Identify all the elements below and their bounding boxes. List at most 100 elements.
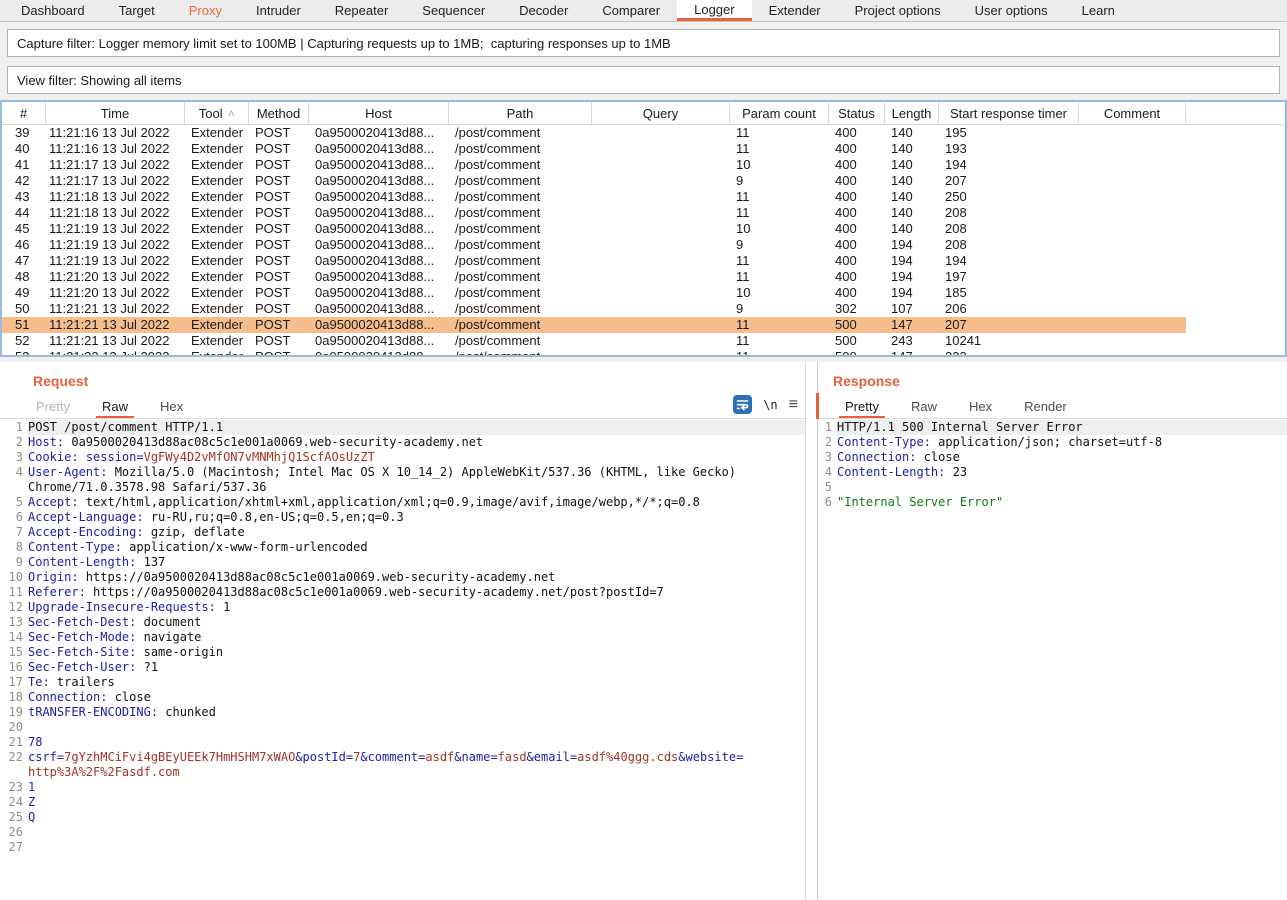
line-number: 2 (0, 435, 28, 450)
column-header-path[interactable]: Path (449, 102, 592, 124)
cell-length: 194 (885, 253, 939, 269)
menu-tab-intruder[interactable]: Intruder (239, 0, 318, 21)
column-header-comment[interactable]: Comment (1079, 102, 1186, 124)
menu-tab-comparer[interactable]: Comparer (585, 0, 677, 21)
log-row-39[interactable]: 3911:21:16 13 Jul 2022ExtenderPOST0a9500… (2, 125, 1186, 141)
cell-method: POST (249, 333, 309, 349)
cell-num: 51 (2, 317, 46, 333)
column-header-time[interactable]: Time (46, 102, 185, 124)
menu-tab-logger[interactable]: Logger (677, 0, 751, 21)
cell-host: 0a9500020413d88... (309, 125, 449, 141)
menu-tab-user-options[interactable]: User options (958, 0, 1065, 21)
line-content: Host: 0a9500020413d88ac08c5c1e001a0069.w… (28, 435, 805, 450)
line-content: Origin: https://0a9500020413d88ac08c5c1e… (28, 570, 805, 585)
editor-line: 15Sec-Fetch-Site: same-origin (0, 645, 805, 660)
column-header-param-count[interactable]: Param count (730, 102, 829, 124)
view-filter-text: View filter: Showing all items (17, 73, 182, 88)
column-header-status[interactable]: Status (829, 102, 885, 124)
menu-tab-decoder[interactable]: Decoder (502, 0, 585, 21)
log-row-48[interactable]: 4811:21:20 13 Jul 2022ExtenderPOST0a9500… (2, 269, 1186, 285)
cell-param_count: 11 (730, 333, 829, 349)
editor-line: 27 (0, 840, 805, 855)
menu-tab-dashboard[interactable]: Dashboard (4, 0, 102, 21)
menu-tab-repeater[interactable]: Repeater (318, 0, 405, 21)
cell-num: 53 (2, 349, 46, 357)
cell-start_response_timer: 185 (939, 285, 1079, 301)
panel-divider[interactable] (817, 362, 818, 900)
log-row-53[interactable]: 5311:21:22 13 Jul 2022ExtenderPOST0a9500… (2, 349, 1186, 357)
cell-method: POST (249, 173, 309, 189)
log-row-40[interactable]: 4011:21:16 13 Jul 2022ExtenderPOST0a9500… (2, 141, 1186, 157)
line-content: Sec-Fetch-Dest: document (28, 615, 805, 630)
line-content: Q (28, 810, 805, 825)
capture-filter-bar[interactable]: Capture filter: Logger memory limit set … (7, 29, 1280, 57)
editor-line: 17Te: trailers (0, 675, 805, 690)
column-header-tool[interactable]: Tool∧ (185, 102, 249, 124)
line-content (837, 480, 1287, 495)
cell-path: /post/comment (449, 349, 592, 357)
log-row-52[interactable]: 5211:21:21 13 Jul 2022ExtenderPOST0a9500… (2, 333, 1186, 349)
response-tab-hex[interactable]: Hex (963, 397, 998, 418)
cell-tool: Extender (185, 349, 249, 357)
editor-menu-icon[interactable]: ≡ (789, 398, 798, 412)
log-row-47[interactable]: 4711:21:19 13 Jul 2022ExtenderPOST0a9500… (2, 253, 1186, 269)
response-tab-render[interactable]: Render (1018, 397, 1073, 418)
editor-line: 1HTTP/1.1 500 Internal Server Error (820, 420, 1287, 435)
cell-path: /post/comment (449, 333, 592, 349)
show-nonprintable-icon[interactable]: \n (763, 398, 777, 412)
column-header-host[interactable]: Host (309, 102, 449, 124)
column-header-length[interactable]: Length (885, 102, 939, 124)
request-editor[interactable]: 1POST /post/comment HTTP/1.12Host: 0a950… (0, 420, 805, 900)
log-row-50[interactable]: 5011:21:21 13 Jul 2022ExtenderPOST0a9500… (2, 301, 1186, 317)
line-content: Connection: close (28, 690, 805, 705)
log-row-44[interactable]: 4411:21:18 13 Jul 2022ExtenderPOST0a9500… (2, 205, 1186, 221)
request-tab-hex[interactable]: Hex (154, 397, 189, 418)
log-row-46[interactable]: 4611:21:19 13 Jul 2022ExtenderPOST0a9500… (2, 237, 1186, 253)
request-tab-raw[interactable]: Raw (96, 397, 134, 418)
column-header--[interactable]: # (2, 102, 46, 124)
menu-tab-sequencer[interactable]: Sequencer (405, 0, 502, 21)
line-number: 3 (0, 450, 28, 465)
menu-tab-project-options[interactable]: Project options (838, 0, 958, 21)
soft-wrap-icon[interactable] (733, 395, 752, 414)
line-content: 78 (28, 735, 805, 750)
line-number: 10 (0, 570, 28, 585)
log-row-42[interactable]: 4211:21:17 13 Jul 2022ExtenderPOST0a9500… (2, 173, 1186, 189)
cell-method: POST (249, 205, 309, 221)
cell-length: 140 (885, 157, 939, 173)
response-editor[interactable]: 1HTTP/1.1 500 Internal Server Error2Cont… (820, 420, 1287, 900)
cell-path: /post/comment (449, 189, 592, 205)
editor-line: 25Q (0, 810, 805, 825)
menu-tab-target[interactable]: Target (102, 0, 172, 21)
editor-line: 18Connection: close (0, 690, 805, 705)
log-row-49[interactable]: 4911:21:20 13 Jul 2022ExtenderPOST0a9500… (2, 285, 1186, 301)
cell-time: 11:21:20 13 Jul 2022 (46, 285, 185, 301)
editor-line: 231 (0, 780, 805, 795)
log-row-41[interactable]: 4111:21:17 13 Jul 2022ExtenderPOST0a9500… (2, 157, 1186, 173)
column-label: Status (838, 106, 875, 121)
log-row-43[interactable]: 4311:21:18 13 Jul 2022ExtenderPOST0a9500… (2, 189, 1186, 205)
sort-ascending-icon: ∧ (226, 108, 235, 119)
line-number: 5 (0, 495, 28, 510)
request-tab-pretty[interactable]: Pretty (30, 397, 76, 418)
column-header-query[interactable]: Query (592, 102, 730, 124)
log-row-51[interactable]: 5111:21:21 13 Jul 2022ExtenderPOST0a9500… (2, 317, 1186, 333)
line-number: 26 (0, 825, 28, 840)
column-header-start-response-timer[interactable]: Start response timer (939, 102, 1079, 124)
column-header-method[interactable]: Method (249, 102, 309, 124)
cell-host: 0a9500020413d88... (309, 333, 449, 349)
menu-tab-proxy[interactable]: Proxy (172, 0, 239, 21)
response-panel: Response PrettyRawHexRender 1HTTP/1.1 50… (820, 362, 1287, 900)
menu-tab-learn[interactable]: Learn (1065, 0, 1132, 21)
cell-path: /post/comment (449, 141, 592, 157)
cell-param_count: 11 (730, 349, 829, 357)
response-tab-pretty[interactable]: Pretty (839, 397, 885, 418)
line-content (28, 720, 805, 735)
cell-param_count: 10 (730, 285, 829, 301)
log-row-45[interactable]: 4511:21:19 13 Jul 2022ExtenderPOST0a9500… (2, 221, 1186, 237)
view-filter-bar[interactable]: View filter: Showing all items (7, 66, 1280, 94)
menu-tab-extender[interactable]: Extender (752, 0, 838, 21)
response-tab-raw[interactable]: Raw (905, 397, 943, 418)
cell-start_response_timer: 197 (939, 269, 1079, 285)
cell-num: 39 (2, 125, 46, 141)
